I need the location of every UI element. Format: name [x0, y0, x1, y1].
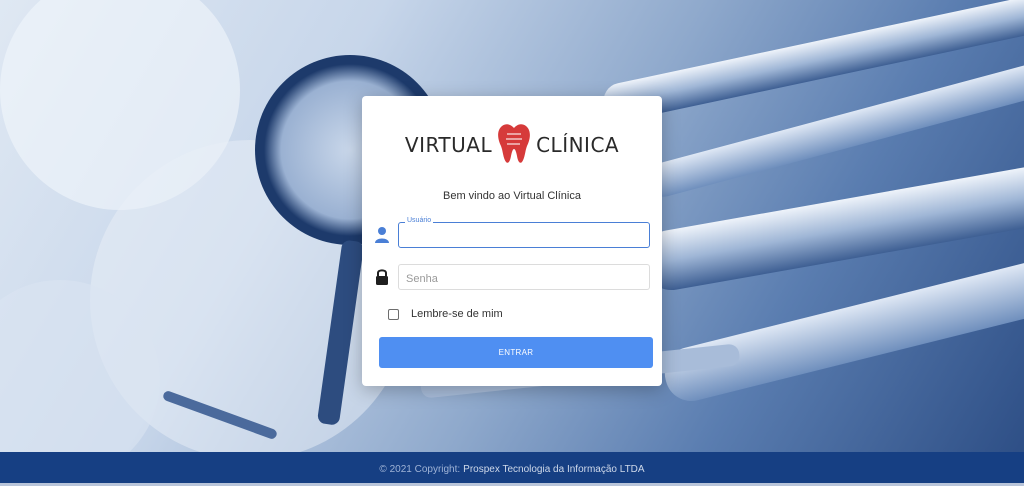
logo-word-virtual: VIRTUAL [404, 133, 493, 157]
username-row: Usuário [374, 217, 652, 250]
username-input[interactable] [398, 222, 650, 248]
footer-company-link[interactable]: Prospex Tecnologia da Informação LTDA [463, 464, 644, 475]
app-logo: VIRTUAL CLÍNICA [362, 122, 662, 168]
remember-me[interactable]: Lembre-se de mim [388, 307, 503, 321]
logo-word-clinica: CLÍNICA [536, 133, 620, 157]
remember-checkbox[interactable] [388, 308, 399, 320]
username-label: Usuário [405, 217, 434, 224]
user-icon [374, 226, 390, 244]
welcome-text: Bem vindo ao Virtual Clínica [443, 190, 581, 202]
footer: © 2021 Copyright: Prospex Tecnologia da … [0, 452, 1024, 486]
remember-label: Lembre-se de mim [411, 308, 503, 320]
password-input[interactable]: Senha [398, 264, 650, 290]
login-button[interactable]: ENTRAR [379, 337, 653, 368]
footer-copyright: © 2021 Copyright: [379, 463, 461, 475]
tooth-icon [496, 122, 532, 169]
lock-icon [374, 268, 390, 286]
password-row: Senha [374, 264, 652, 292]
login-card: VIRTUAL CLÍNICA Bem vindo ao Virtual Clí… [362, 96, 662, 386]
